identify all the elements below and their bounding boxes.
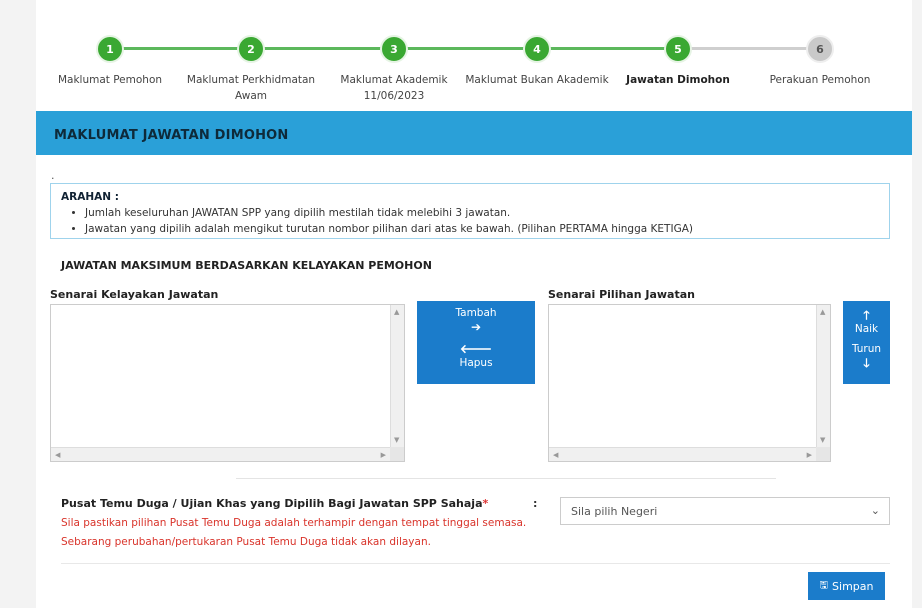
scroll-down-icon[interactable]: ▼ (394, 436, 399, 444)
step-2-circle[interactable]: 2 (237, 35, 265, 63)
step-2-label: Maklumat Perkhidmatan Awam (176, 72, 326, 104)
step-connector (262, 47, 392, 50)
move-up-button[interactable]: 🡑 Naik (843, 307, 890, 335)
step-3-circle[interactable]: 3 (380, 35, 408, 63)
save-button[interactable]: 🖫 Simpan (808, 572, 885, 600)
step-6-label-text: Perakuan Pemohon (769, 74, 871, 86)
instruction-item: Jumlah keseluruhan JAWATAN SPP yang dipi… (85, 205, 879, 221)
step-6-label: Perakuan Pemohon (745, 72, 895, 88)
step-4-circle[interactable]: 4 (523, 35, 551, 63)
scroll-left-icon[interactable]: ◀ (55, 451, 60, 459)
remove-button[interactable]: 🡐 Hapus (417, 341, 535, 369)
state-select-value: Sila pilih Negeri (571, 505, 658, 518)
state-select[interactable]: Sila pilih Negeri ⌄ (560, 497, 890, 525)
interview-center-note: Sila pastikan pilihan Pusat Temu Duga ad… (61, 514, 531, 552)
step-4-label-text: Maklumat Bukan Akademik (465, 74, 609, 86)
interview-center-label: Pusat Temu Duga / Ujian Khas yang Dipili… (61, 497, 488, 510)
vertical-scrollbar[interactable]: ▲ ▼ (390, 305, 404, 447)
scroll-left-icon[interactable]: ◀ (553, 451, 558, 459)
step-6-circle[interactable]: 6 (806, 35, 834, 63)
move-up-label: Naik (854, 323, 879, 335)
max-positions-heading: JAWATAN MAKSIMUM BERDASARKAN KELAYAKAN P… (61, 259, 432, 272)
footer-divider (61, 563, 890, 564)
step-2-label-sub: Awam (234, 90, 267, 102)
scroll-up-icon[interactable]: ▲ (394, 308, 399, 316)
move-down-button[interactable]: Turun 🡓 (843, 343, 890, 371)
eligible-list-title: Senarai Kelayakan Jawatan (50, 288, 219, 301)
step-2-label-text: Maklumat Perkhidmatan (186, 74, 316, 86)
scrollbar-corner (390, 447, 404, 461)
scroll-right-icon[interactable]: ▶ (807, 451, 812, 459)
scroll-right-icon[interactable]: ▶ (381, 451, 386, 459)
reorder-button-group: 🡑 Naik Turun 🡓 (843, 301, 890, 384)
step-3-label-text: Maklumat Akademik (340, 74, 448, 86)
step-connector (118, 47, 253, 50)
step-3-date: 11/06/2023 (363, 90, 425, 102)
add-remove-button-group: Tambah ➔ 🡐 Hapus (417, 301, 535, 384)
chosen-positions-listbox[interactable]: ▲ ▼ ◀ ▶ (548, 304, 831, 462)
step-1-label-text: Maklumat Pemohon (57, 74, 163, 86)
step-connector (405, 47, 535, 50)
add-button[interactable]: Tambah ➔ (417, 307, 535, 335)
step-4-label: Maklumat Bukan Akademik (462, 72, 612, 88)
save-label: Simpan (832, 579, 874, 593)
chevron-down-icon: ⌄ (870, 504, 880, 517)
step-1-label: Maklumat Pemohon (35, 72, 185, 88)
divider (236, 478, 776, 479)
move-down-label: Turun (851, 343, 882, 355)
arrow-down-icon: 🡓 (863, 356, 870, 370)
chosen-list-title: Senarai Pilihan Jawatan (548, 288, 695, 301)
arrow-left-icon: 🡐 (459, 342, 493, 356)
scroll-down-icon[interactable]: ▼ (820, 436, 825, 444)
interview-center-label-text: Pusat Temu Duga / Ujian Khas yang Dipili… (61, 497, 483, 510)
note-line: Sila pastikan pilihan Pusat Temu Duga ad… (61, 517, 527, 529)
vertical-scrollbar[interactable]: ▲ ▼ (816, 305, 830, 447)
note-line: Sebarang perubahan/pertukaran Pusat Temu… (61, 536, 431, 548)
section-title: MAKLUMAT JAWATAN DIMOHON (36, 111, 912, 155)
label-colon: : (533, 497, 538, 510)
stray-dot: . (51, 169, 55, 182)
instruction-item: Jawatan yang dipilih adalah mengikut tur… (85, 221, 879, 237)
scroll-up-icon[interactable]: ▲ (820, 308, 825, 316)
horizontal-scrollbar[interactable]: ◀ ▶ (549, 447, 816, 461)
step-5-label-text: Jawatan Dimohon (626, 74, 730, 86)
remove-label: Hapus (459, 357, 493, 369)
horizontal-scrollbar[interactable]: ◀ ▶ (51, 447, 390, 461)
eligible-positions-listbox[interactable]: ▲ ▼ ◀ ▶ (50, 304, 405, 462)
scrollbar-corner (816, 447, 830, 461)
instructions-list: Jumlah keseluruhan JAWATAN SPP yang dipi… (61, 205, 879, 237)
step-connector (690, 47, 820, 50)
arrow-right-icon: ➔ (470, 320, 482, 334)
add-label: Tambah (455, 307, 497, 319)
required-mark: * (482, 497, 489, 510)
arrow-up-icon: 🡑 (863, 308, 870, 322)
save-icon: 🖫 (819, 579, 829, 591)
step-connector (548, 47, 676, 50)
step-5-circle[interactable]: 5 (664, 35, 692, 63)
step-1-circle[interactable]: 1 (96, 35, 124, 63)
instructions-title: ARAHAN : (61, 191, 119, 203)
step-3-label: Maklumat Akademik 11/06/2023 (319, 72, 469, 104)
instructions-box: ARAHAN : Jumlah keseluruhan JAWATAN SPP … (50, 183, 890, 239)
step-5-label: Jawatan Dimohon (603, 72, 753, 88)
